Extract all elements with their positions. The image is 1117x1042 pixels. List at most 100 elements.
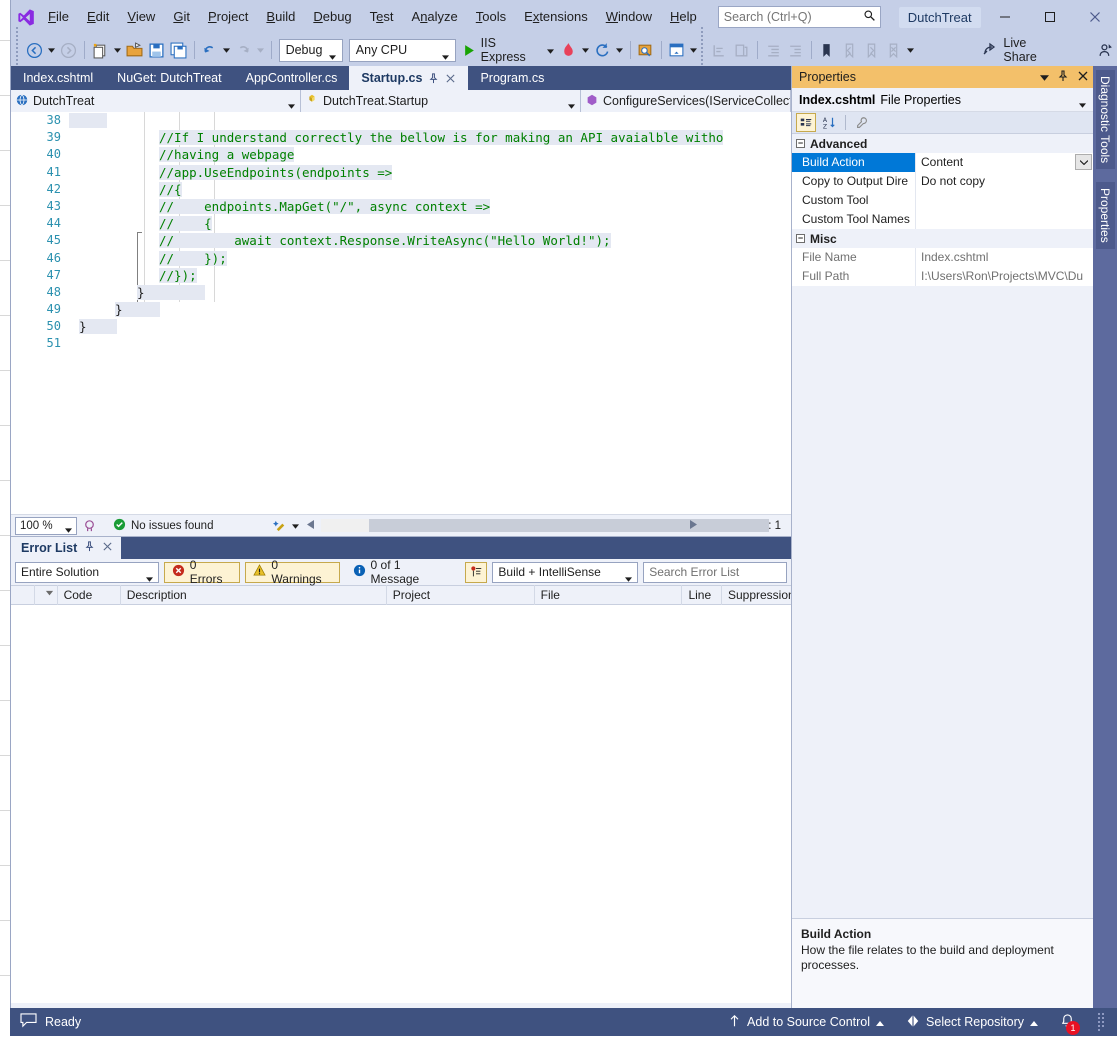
document-tab-program-cs[interactable]: Program.cs	[468, 66, 557, 90]
menu-debug[interactable]: Debug	[304, 0, 360, 34]
solution-configuration-combo[interactable]: Debug	[278, 38, 343, 62]
warnings-filter-button[interactable]: 0 Warnings	[245, 558, 340, 586]
live-share-button[interactable]: Live Share	[976, 36, 1066, 64]
menu-file[interactable]: File	[39, 0, 78, 34]
property-value[interactable]	[916, 191, 1093, 210]
menu-edit[interactable]: Edit	[78, 0, 118, 34]
window-layout-icon[interactable]	[666, 38, 688, 62]
error-list-search-input[interactable]: Search Error List	[643, 561, 787, 583]
maximize-button[interactable]	[1027, 0, 1072, 34]
collapse-icon[interactable]: −	[796, 139, 805, 148]
property-group-advanced[interactable]: − Advanced	[792, 134, 1093, 153]
menu-project[interactable]: Project	[199, 0, 257, 34]
increase-indent-icon[interactable]	[784, 38, 806, 62]
property-value[interactable]: Do not copy	[916, 172, 1093, 191]
property-pages-icon[interactable]	[852, 113, 872, 132]
document-tab-startup-cs[interactable]: Startup.cs	[349, 66, 469, 90]
uncomment-icon[interactable]	[731, 38, 753, 62]
property-row-custom-tool[interactable]: Custom Tool	[792, 191, 1093, 210]
toggle-bookmark-icon[interactable]	[816, 38, 838, 62]
column-header-file[interactable]: File	[535, 585, 683, 605]
decrease-indent-icon[interactable]	[762, 38, 784, 62]
refresh-icon[interactable]	[592, 38, 614, 62]
navbar-member-combo[interactable]: ConfigureServices(IServiceCollection	[581, 90, 791, 112]
next-bookmark-icon[interactable]	[860, 38, 882, 62]
menu-build[interactable]: Build	[257, 0, 304, 34]
collapse-icon[interactable]: −	[796, 234, 805, 243]
properties-menu-icon[interactable]	[1040, 70, 1049, 84]
property-row-file-name[interactable]: File Name Index.cshtml	[792, 248, 1093, 267]
toolbar-grip[interactable]	[700, 27, 707, 73]
intellicode-icon[interactable]	[82, 518, 97, 533]
zoom-level-combo[interactable]: 100 %	[15, 516, 77, 535]
menu-analyze[interactable]: Analyze	[403, 0, 467, 34]
scrollbar-thumb[interactable]	[369, 519, 770, 532]
pin-tab-icon[interactable]	[428, 72, 439, 84]
toolbar-grip[interactable]	[15, 27, 22, 73]
column-header-line[interactable]: Line	[682, 585, 722, 605]
menu-tools[interactable]: Tools	[467, 0, 515, 34]
property-row-full-path[interactable]: Full Path I:\Users\Ron\Projects\MVC\Du	[792, 267, 1093, 286]
start-debugging-button[interactable]: IIS Express	[459, 36, 558, 64]
editor-horizontal-scrollbar[interactable]	[305, 518, 770, 533]
errors-filter-button[interactable]: 0 Errors	[163, 558, 241, 586]
undo-icon[interactable]	[199, 38, 221, 62]
clear-bookmarks-icon[interactable]	[883, 38, 905, 62]
column-header-select[interactable]	[11, 585, 35, 605]
navigate-back-dropdown[interactable]	[46, 38, 58, 62]
column-header-code[interactable]: Code	[58, 585, 121, 605]
close-panel-icon[interactable]	[1077, 70, 1089, 85]
vertical-tab-diagnostic-tools[interactable]: Diagnostic Tools	[1096, 70, 1115, 170]
redo-dropdown[interactable]	[255, 38, 267, 62]
scroll-right-icon[interactable]	[689, 519, 698, 532]
menu-window[interactable]: Window	[597, 0, 661, 34]
vertical-tab-properties[interactable]: Properties	[1096, 182, 1115, 249]
code-cleanup-icon[interactable]	[273, 518, 288, 533]
undo-dropdown[interactable]	[221, 38, 233, 62]
hot-reload-dropdown[interactable]	[580, 38, 592, 62]
pin-panel-icon[interactable]	[1057, 69, 1069, 85]
select-repository-button[interactable]: Select Repository	[906, 1014, 1038, 1031]
column-header-suppression[interactable]: Suppression	[722, 585, 791, 605]
code-text-area[interactable]: 38 39 //If I understand correctly the be…	[11, 112, 791, 512]
redo-icon[interactable]	[233, 38, 255, 62]
property-row-build-action[interactable]: Build Action Content	[792, 153, 1093, 172]
document-tab-appcontroller-cs[interactable]: AppController.cs	[233, 66, 350, 90]
column-header-description[interactable]: Description	[121, 585, 387, 605]
document-tab-nuget[interactable]: NuGet: DutchTreat	[105, 66, 234, 90]
property-value[interactable]	[916, 210, 1093, 229]
property-value[interactable]: Content	[916, 153, 1093, 172]
add-to-source-control-button[interactable]: Add to Source Control	[728, 1014, 885, 1031]
property-row-custom-tool-namespace[interactable]: Custom Tool Names	[792, 210, 1093, 229]
column-header-project[interactable]: Project	[387, 585, 535, 605]
column-header-sort-icon[interactable]	[35, 585, 58, 605]
bookmarks-overflow[interactable]	[905, 38, 917, 62]
previous-bookmark-icon[interactable]	[838, 38, 860, 62]
menu-view[interactable]: View	[118, 0, 164, 34]
window-layout-dropdown[interactable]	[688, 38, 700, 62]
scroll-left-icon[interactable]	[307, 519, 315, 532]
error-list-rows[interactable]	[11, 605, 791, 1003]
menu-extensions[interactable]: Extensions	[515, 0, 597, 34]
resize-grip[interactable]	[1097, 1012, 1107, 1032]
alphabetical-icon[interactable]: AZ	[819, 113, 839, 132]
scrollbar-track[interactable]	[321, 519, 770, 532]
comment-icon[interactable]	[708, 38, 730, 62]
solution-platform-combo[interactable]: Any CPU	[348, 38, 456, 62]
find-in-files-icon[interactable]	[635, 38, 657, 62]
filter-errors-icon[interactable]	[465, 561, 488, 583]
open-file-icon[interactable]	[123, 38, 145, 62]
build-filter-combo[interactable]: Build + IntelliSense	[492, 561, 639, 583]
scope-combo[interactable]: Entire Solution	[15, 561, 159, 583]
property-group-misc[interactable]: − Misc	[792, 229, 1093, 248]
issues-indicator[interactable]: No issues found	[113, 518, 213, 534]
navigate-forward-icon[interactable]	[58, 38, 80, 62]
new-item-dropdown[interactable]	[111, 38, 123, 62]
chevron-down-icon[interactable]	[1075, 154, 1092, 170]
properties-object-selector[interactable]: Index.cshtml File Properties	[792, 88, 1093, 112]
new-item-icon[interactable]	[89, 38, 111, 62]
navbar-type-combo[interactable]: DutchTreat.Startup	[301, 90, 581, 112]
close-panel-icon[interactable]	[102, 541, 113, 555]
error-list-tab[interactable]: Error List	[11, 537, 122, 559]
navbar-project-combo[interactable]: DutchTreat	[11, 90, 301, 112]
